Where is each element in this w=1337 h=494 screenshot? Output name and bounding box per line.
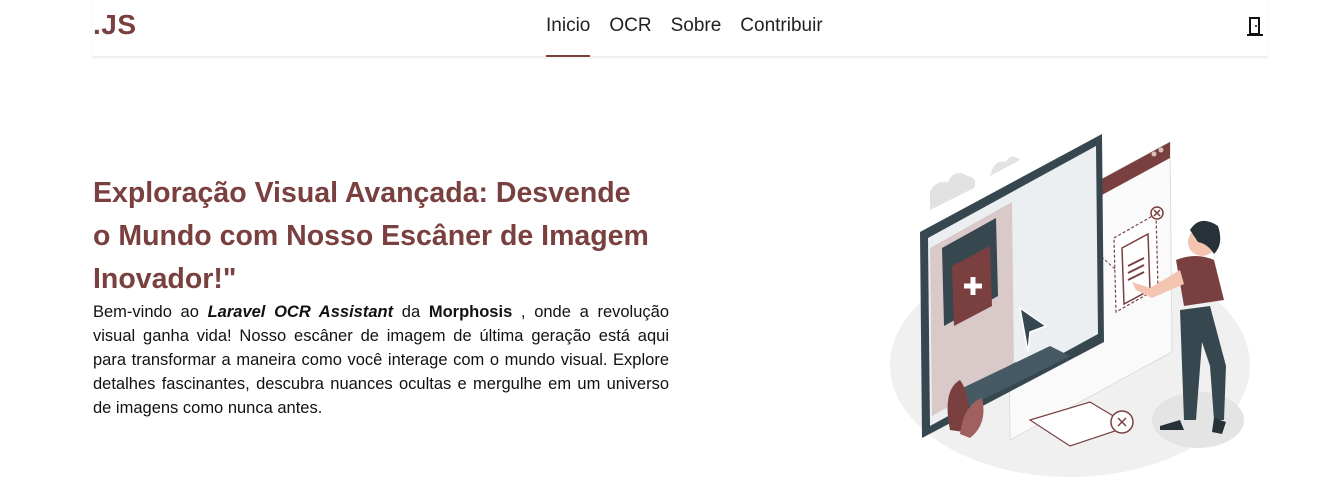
hero-text-mid: da (393, 303, 429, 321)
ocr-scanner-illustration (890, 134, 1250, 477)
hero-text-prefix: Bem-vindo ao (93, 303, 208, 321)
navbar: .JS Inicio OCR Sobre Contribuir (92, 0, 1268, 57)
brand-logo[interactable]: .JS (93, 9, 137, 41)
company-name: Morphosis (428, 303, 513, 321)
nav-link-inicio[interactable]: Inicio (546, 0, 591, 57)
nav-link-contribuir[interactable]: Contribuir (740, 0, 822, 57)
hero-title: Exploração Visual Avançada: Desvende o M… (93, 177, 649, 295)
nav-link-ocr[interactable]: OCR (609, 0, 651, 57)
nav-links: Inicio OCR Sobre Contribuir (546, 0, 842, 57)
product-name: Laravel OCR Assistant (207, 303, 394, 321)
nav-link-sobre[interactable]: Sobre (671, 0, 722, 57)
hero-description: Bem-vindo ao Laravel OCR Assistant da Mo… (93, 300, 669, 420)
door-exit-icon[interactable] (1246, 16, 1264, 36)
